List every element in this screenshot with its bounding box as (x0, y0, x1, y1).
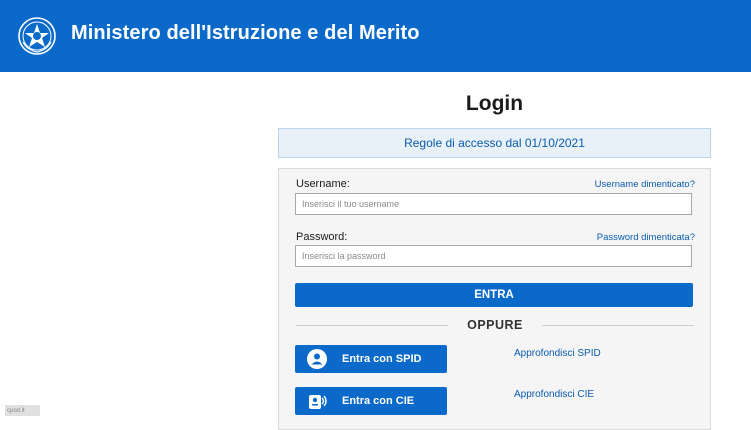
ministry-title: Ministero dell'Istruzione e del Merito (71, 22, 420, 44)
cie-info-link[interactable]: Approfondisci CIE (514, 389, 594, 400)
corner-badge: cpod.it (5, 405, 40, 416)
password-input[interactable] (295, 245, 692, 267)
divider-right (542, 325, 694, 326)
top-header-bar: Ministero dell'Istruzione e del Merito (0, 0, 751, 72)
username-label: Username: (296, 178, 350, 190)
spid-login-button[interactable]: Entra con SPID (295, 345, 447, 373)
spid-button-label: Entra con SPID (342, 353, 422, 365)
password-label: Password: (296, 231, 348, 243)
divider-left (296, 325, 448, 326)
page-title: Login (465, 92, 524, 115)
id-card-icon (304, 388, 330, 414)
forgot-password-link[interactable]: Password dimenticata? (545, 232, 695, 243)
spid-info-link[interactable]: Approfondisci SPID (514, 348, 601, 359)
cie-login-button[interactable]: Entra con CIE (295, 387, 447, 415)
forgot-username-link[interactable]: Username dimenticato? (545, 179, 695, 190)
user-icon (304, 346, 330, 372)
republic-emblem-icon (17, 16, 57, 56)
or-divider-label: OPPURE (467, 318, 523, 332)
cie-button-label: Entra con CIE (342, 395, 415, 407)
access-rules-link[interactable]: Regole di accesso dal 01/10/2021 (278, 128, 711, 158)
username-input[interactable] (295, 193, 692, 215)
login-submit-button[interactable]: ENTRA (295, 283, 693, 307)
